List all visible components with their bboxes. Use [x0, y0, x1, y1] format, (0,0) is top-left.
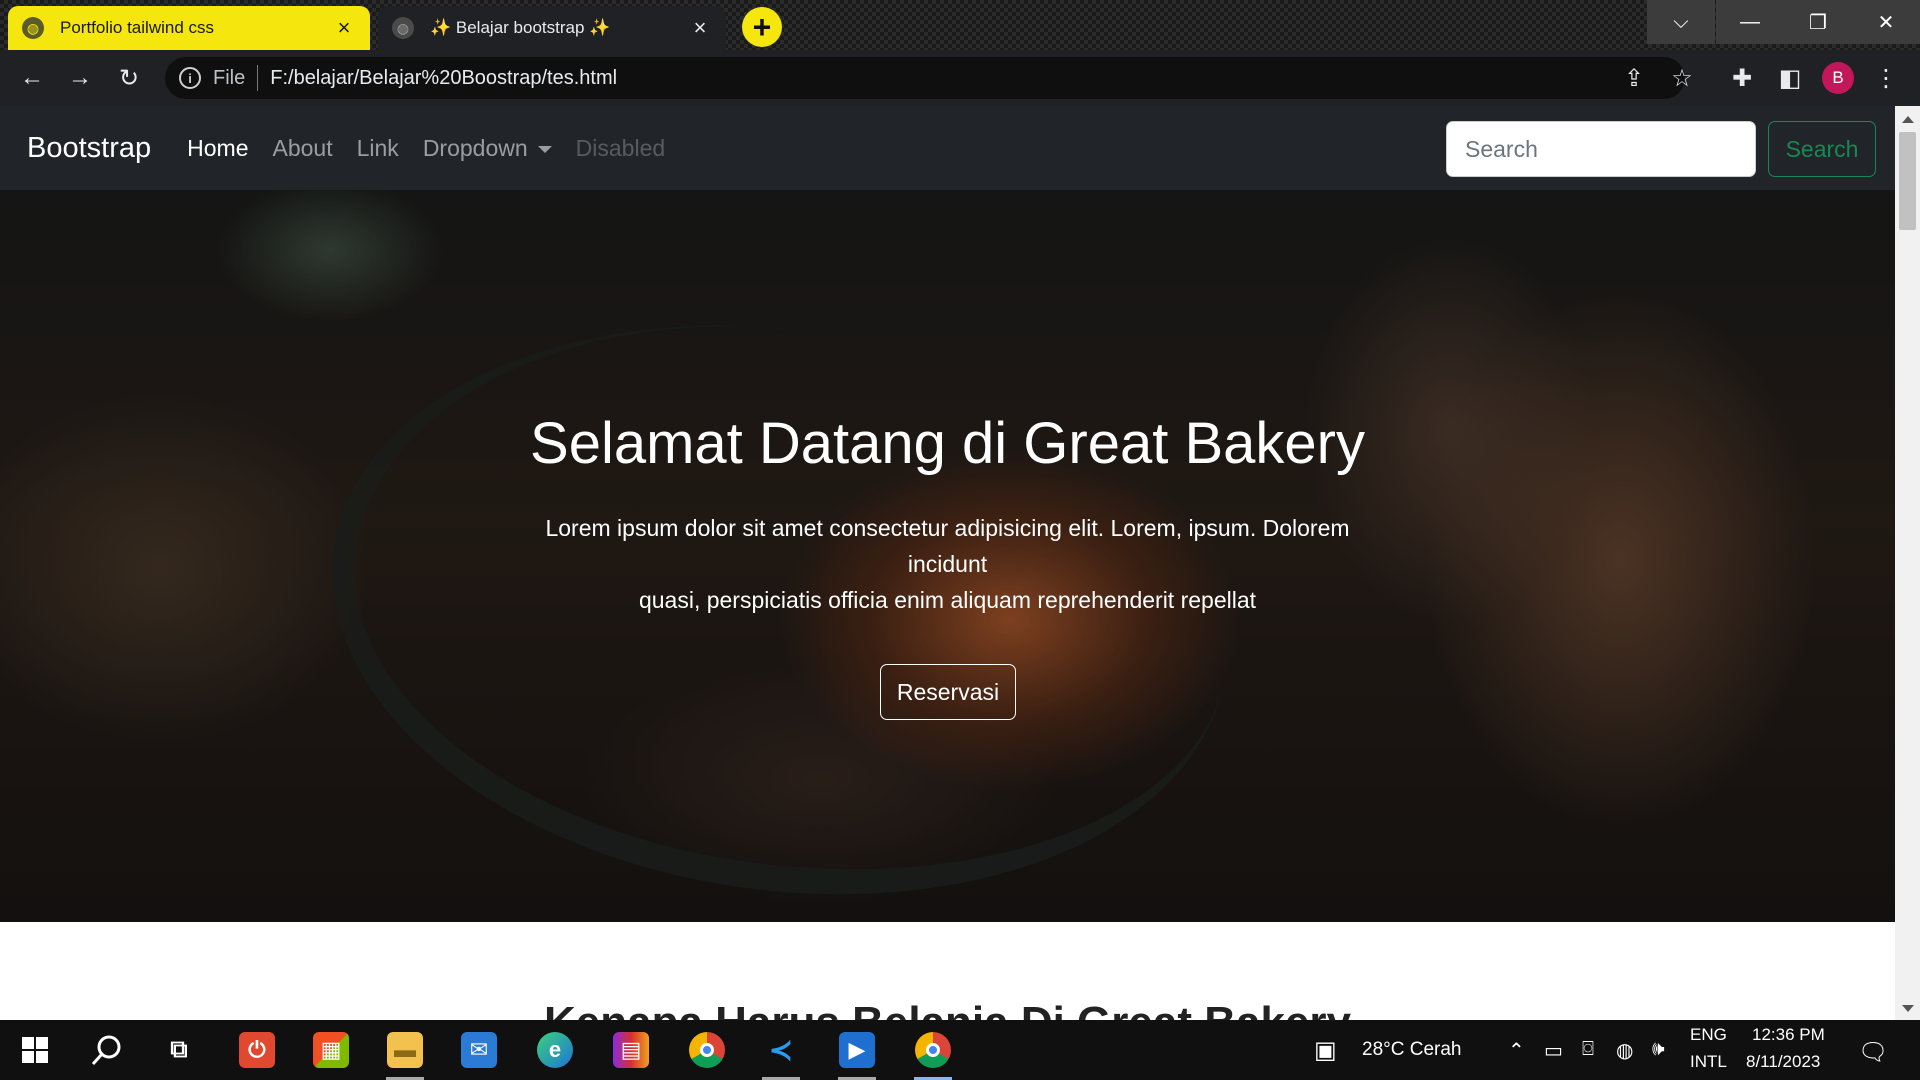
hero-description: Lorem ipsum dolor sit amet consectetur a…	[522, 510, 1373, 618]
taskbar-winrar[interactable]: ▤	[604, 1026, 658, 1074]
language-bottom[interactable]: INTL	[1690, 1052, 1727, 1072]
tab-close-icon[interactable]: ×	[688, 15, 712, 40]
taskbar-edge[interactable]: e	[528, 1026, 582, 1074]
edge-icon: e	[537, 1032, 573, 1068]
info-icon[interactable]: i	[179, 67, 201, 89]
hero-description-line1: Lorem ipsum dolor sit amet consectetur a…	[545, 515, 1350, 577]
bookmark-star-icon[interactable]: ☆	[1666, 62, 1698, 94]
taskbar-chrome-profile[interactable]	[906, 1026, 960, 1080]
winrar-icon: ▤	[613, 1032, 649, 1068]
nav-link-disabled: Disabled	[575, 134, 666, 161]
windows-logo-icon	[22, 1037, 48, 1063]
search-input[interactable]	[1446, 121, 1756, 177]
navbar-brand[interactable]: Bootstrap	[27, 132, 151, 165]
caret-down-icon	[537, 145, 552, 153]
clock-date[interactable]: 8/11/2023	[1746, 1052, 1820, 1072]
nav-link-link[interactable]: Link	[357, 135, 399, 162]
taskbar-media-player[interactable]: ▶	[830, 1026, 884, 1080]
mail-icon: ✉	[461, 1032, 497, 1068]
globe-icon: ◍	[22, 17, 44, 39]
hero-content: Selamat Datang di Great Bakery Lorem ips…	[0, 190, 1895, 922]
hero-description-line2: quasi, perspiciatis officia enim aliquam…	[638, 587, 1257, 613]
url-text[interactable]: F:/belajar/Belajar%20Boostrap/tes.html	[270, 67, 617, 90]
taskbar-mail[interactable]: ✉	[452, 1026, 506, 1074]
battery-icon[interactable]: ▭	[1544, 1038, 1563, 1063]
tab-close-icon[interactable]: ×	[332, 15, 356, 40]
task-view-button[interactable]: ⧉	[152, 1026, 206, 1074]
hero-section: Selamat Datang di Great Bakery Lorem ips…	[0, 190, 1895, 922]
tab-search-button[interactable]: ⌵	[1647, 0, 1715, 44]
meet-icon[interactable]: ⌼	[1582, 1038, 1594, 1061]
scroll-up-icon[interactable]	[1902, 116, 1914, 123]
nav-link-about[interactable]: About	[273, 135, 333, 162]
volume-icon[interactable]: 🕪	[1652, 1038, 1665, 1061]
close-icon: ✕	[1877, 11, 1895, 34]
browser-titlebar: ◍ Portfolio tailwind css × ◍ ✨ Belajar b…	[0, 0, 1920, 50]
taskbar-chrome[interactable]	[680, 1026, 734, 1074]
hero-title: Selamat Datang di Great Bakery	[530, 411, 1365, 476]
nav-dropdown-label: Dropdown	[422, 134, 528, 161]
nav-link-home[interactable]: Home	[187, 135, 248, 162]
scrollbar-thumb[interactable]	[1899, 132, 1916, 230]
close-window-button[interactable]: ✕	[1852, 0, 1920, 44]
minimize-icon: —	[1740, 10, 1760, 33]
weather-text[interactable]: 28°C Cerah	[1362, 1039, 1461, 1061]
search-button[interactable]: Search	[1768, 121, 1876, 177]
chrome-icon	[689, 1032, 725, 1068]
chevron-down-icon: ⌵	[1673, 10, 1689, 33]
tab-title: Portfolio tailwind css	[60, 18, 215, 37]
search-icon	[91, 1035, 121, 1066]
tab-portfolio[interactable]: ◍ Portfolio tailwind css ×	[8, 6, 370, 50]
taskbar-file-explorer[interactable]: ▬	[378, 1026, 432, 1080]
task-view-icon: ⧉	[170, 1036, 188, 1063]
page-scrollbar[interactable]	[1895, 106, 1920, 1020]
folder-icon: ▬	[387, 1032, 423, 1068]
news-widget-icon[interactable]: ▣	[1314, 1036, 1337, 1065]
minimize-button[interactable]: —	[1716, 0, 1784, 44]
network-globe-icon[interactable]: ◍	[1616, 1038, 1633, 1063]
navbar: Bootstrap Home About Link Dropdown Disab…	[0, 106, 1895, 190]
vscode-icon: ≺	[768, 1033, 794, 1067]
taskbar: ⧉ ⏻ ▦ ▬ ✉ e ▤ ≺ ▶ ▣ 28°C Cerah ⌃ ▭ ⌼ ◍ 🕪…	[0, 1020, 1920, 1080]
tab-title: ✨ Belajar bootstrap ✨	[430, 18, 611, 37]
forward-arrow-icon[interactable]: →	[64, 62, 96, 94]
address-bar[interactable]: i File F:/belajar/Belajar%20Boostrap/tes…	[165, 57, 1685, 99]
reservasi-button[interactable]: Reservasi	[880, 664, 1016, 720]
share-icon[interactable]: ⇪	[1618, 62, 1650, 94]
extensions-puzzle-icon[interactable]: ✚	[1726, 62, 1758, 94]
clock-time[interactable]: 12:36 PM	[1752, 1025, 1825, 1045]
store-icon: ▦	[313, 1032, 349, 1068]
page-viewport: Bootstrap Home About Link Dropdown Disab…	[0, 106, 1920, 1020]
taskbar-app-red[interactable]: ⏻	[230, 1026, 284, 1074]
nav-links: Home About Link Dropdown Disabled	[187, 135, 689, 162]
notification-icon[interactable]: 🗨	[1858, 1038, 1888, 1067]
restore-button[interactable]: ❐	[1784, 0, 1852, 44]
nav-dropdown-toggle[interactable]: Dropdown	[423, 135, 552, 162]
new-tab-button[interactable]: +	[742, 7, 782, 47]
profile-avatar[interactable]: B	[1822, 62, 1854, 94]
globe-icon: ◍	[392, 17, 414, 39]
taskbar-search-button[interactable]	[80, 1026, 134, 1074]
menu-kebab-icon[interactable]: ⋮	[1870, 62, 1902, 94]
scroll-down-icon[interactable]	[1902, 1005, 1914, 1012]
taskbar-store[interactable]: ▦	[304, 1026, 358, 1074]
side-panel-icon[interactable]: ◧	[1774, 62, 1806, 94]
start-button[interactable]	[8, 1026, 62, 1074]
chevron-up-icon[interactable]: ⌃	[1508, 1038, 1525, 1063]
media-player-icon: ▶	[839, 1032, 875, 1068]
back-arrow-icon[interactable]: ←	[16, 62, 48, 94]
browser-toolbar: ← → ↻ i File F:/belajar/Belajar%20Boostr…	[0, 50, 1920, 106]
tab-belajar-bootstrap[interactable]: ◍ ✨ Belajar bootstrap ✨ ×	[378, 6, 726, 50]
reload-icon[interactable]: ↻	[113, 62, 145, 94]
power-app-icon: ⏻	[239, 1032, 275, 1068]
restore-icon: ❐	[1809, 11, 1827, 34]
language-top[interactable]: ENG	[1690, 1025, 1727, 1045]
chrome-profile-icon	[915, 1032, 951, 1068]
taskbar-vscode[interactable]: ≺	[754, 1026, 808, 1080]
scheme-label: File	[213, 65, 259, 91]
section-title: Kenapa Harus Belanja Di Great Bakery	[0, 998, 1895, 1020]
